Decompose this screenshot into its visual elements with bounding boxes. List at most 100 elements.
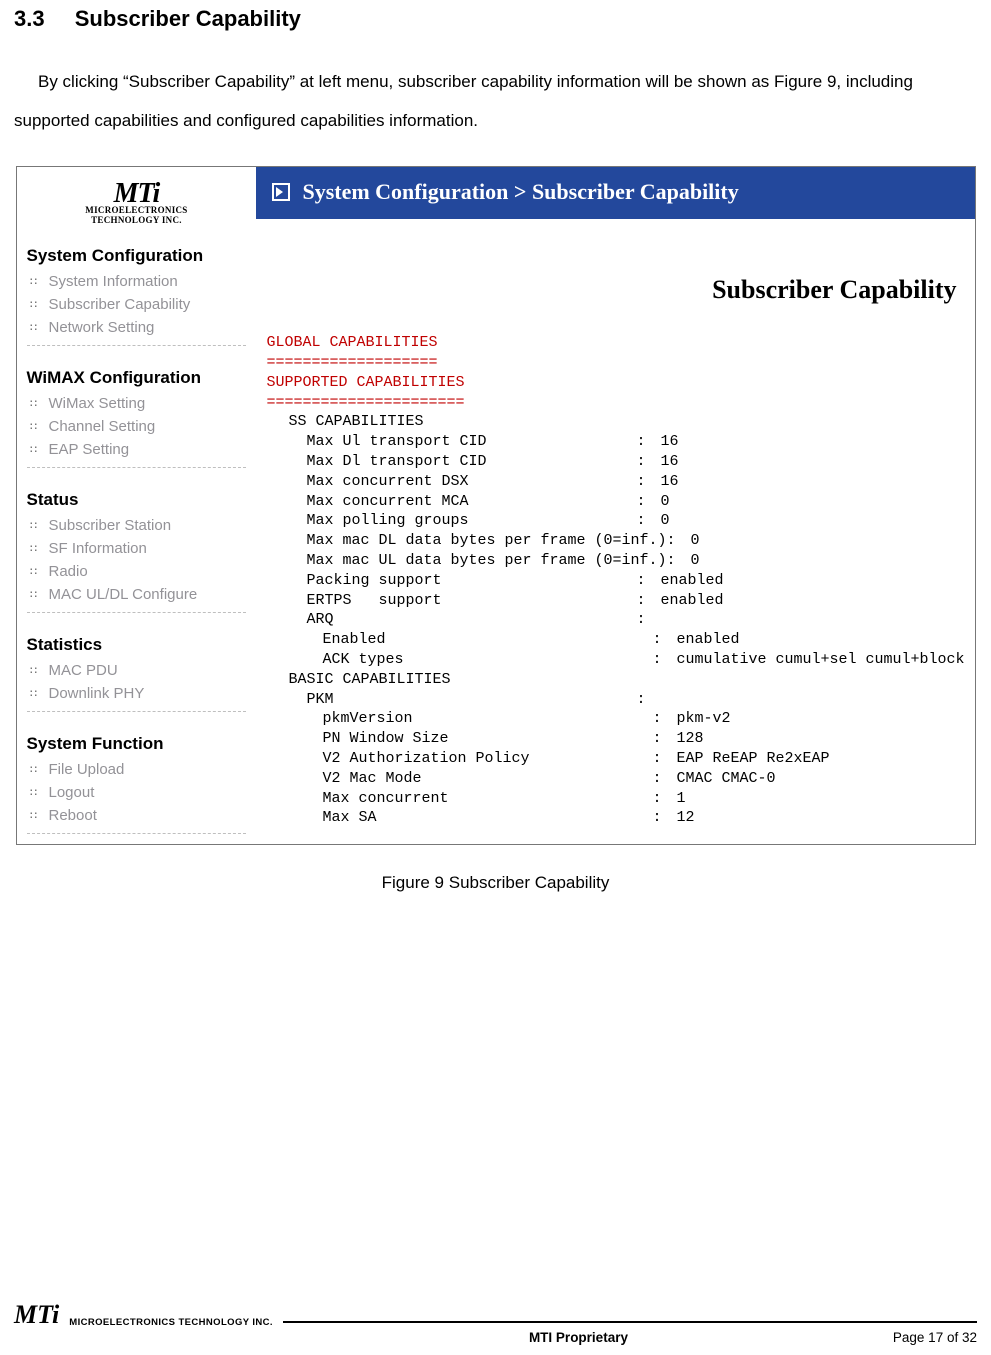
capability-row: Enabled: enabled [266,630,964,650]
bullet-icon: ∷ [29,543,39,553]
bullet-icon: ∷ [29,688,39,698]
nav-item[interactable]: ∷ File Upload [27,758,247,781]
nav-separator [27,467,247,468]
nav-group: WiMAX Configuration∷WiMax Setting∷Channe… [27,368,247,468]
nav-separator [27,711,247,712]
kv-separator: : [636,492,660,512]
capability-key: Max concurrent MCA [306,492,636,512]
kv-separator: : [636,591,660,611]
nav-item[interactable]: ∷Downlink PHY [27,682,247,705]
kv-separator: : [636,472,660,492]
section-title: Subscriber Capability [75,6,301,31]
kv-separator: : [636,690,660,710]
nav-group-title: System Function [27,734,247,754]
capability-key: PN Window Size [322,729,652,749]
capability-key: Max concurrent DSX [306,472,636,492]
capability-output: GLOBAL CAPABILITIES===================SU… [266,333,964,828]
nav-item[interactable]: ∷MAC PDU [27,659,247,682]
nav-group-title: System Configuration [27,246,247,266]
footer-rule [283,1321,977,1323]
nav-item-label: MAC PDU [49,662,118,679]
capability-row: Max polling groups: 0 [266,511,964,531]
capability-value: 128 [676,729,964,749]
nav-item-label: Subscriber Station [49,517,172,534]
kv-separator: : [667,531,691,551]
capability-subsection: SS CAPABILITIES [266,412,964,432]
nav-item-label: MAC UL/DL Configure [49,586,198,603]
nav-item[interactable]: ∷ MAC UL/DL Configure [27,583,247,606]
bullet-icon: ∷ [29,810,39,820]
app-sidebar: MTi MICROELECTRONICS TECHNOLOGY INC. Sys… [17,167,257,844]
capability-value: EAP ReEAP Re2xEAP [676,749,964,769]
kv-separator: : [652,789,676,809]
capability-key: Packing support [306,571,636,591]
nav-item-label: File Upload [49,761,125,778]
bullet-icon: ∷ [29,764,39,774]
capability-value: 0 [660,492,964,512]
nav-item[interactable]: ∷Subscriber Station [27,514,247,537]
nav-item-label: WiMax Setting [49,395,146,412]
capability-value: enabled [660,591,964,611]
kv-separator: : [636,432,660,452]
nav-item[interactable]: ∷Subscriber Capability [27,293,247,316]
capability-key: ERTPS support [306,591,636,611]
nav-separator [27,345,247,346]
capability-row: Max mac DL data bytes per frame (0=inf.)… [266,531,964,551]
nav-item-label: Network Setting [49,319,155,336]
screenshot-figure: MTi MICROELECTRONICS TECHNOLOGY INC. Sys… [16,166,976,845]
kv-separator: : [652,729,676,749]
bullet-icon: ∷ [29,421,39,431]
capability-key: Max mac UL data bytes per frame (0=inf.) [306,551,666,571]
capability-header: SUPPORTED CAPABILITIES [266,373,964,393]
nav-group-title: Status [27,490,247,510]
nav-item[interactable]: ∷Channel Setting [27,415,247,438]
nav-separator [27,833,247,834]
section-heading: 3.3 Subscriber Capability [14,6,977,32]
nav-item[interactable]: ∷SF Information [27,537,247,560]
capability-value: 16 [660,472,964,492]
capability-row: Max concurrent DSX: 16 [266,472,964,492]
capability-key: pkmVersion [322,709,652,729]
capability-key: Max Dl transport CID [306,452,636,472]
nav-item[interactable]: ∷Radio [27,560,247,583]
capability-key: ACK types [322,650,652,670]
nav-item-label: Logout [49,784,95,801]
breadcrumb-text: System Configuration > Subscriber Capabi… [302,179,738,205]
capability-value: 0 [691,551,965,571]
bullet-icon: ∷ [29,787,39,797]
nav-item-label: System Information [49,273,178,290]
bullet-icon: ∷ [29,589,39,599]
nav-item[interactable]: ∷WiMax Setting [27,392,247,415]
kv-separator: : [636,511,660,531]
nav-item[interactable]: ∷EAP Setting [27,438,247,461]
capability-row: V2 Authorization Policy: EAP ReEAP Re2xE… [266,749,964,769]
nav-group-title: Statistics [27,635,247,655]
logo-line2: TECHNOLOGY INC. [46,217,226,224]
capability-value: enabled [660,571,964,591]
capability-row: Max concurrent: 1 [266,789,964,809]
capability-header: GLOBAL CAPABILITIES [266,333,964,353]
footer-logo-sub: MICROELECTRONICS TECHNOLOGY INC. [69,1317,273,1328]
capability-value: 1 [676,789,964,809]
kv-separator: : [652,650,676,670]
nav-group: System Function ∷ File Upload ∷ Logout ∷Reboo… [27,734,247,834]
capability-header: ====================== [266,393,964,413]
section-paragraph: By clicking “Subscriber Capability” at l… [14,62,977,140]
breadcrumb-icon [272,183,290,201]
section-number: 3.3 [14,6,45,32]
capability-value: CMAC CMAC-0 [676,769,964,789]
nav-separator [27,612,247,613]
capability-value: 16 [660,452,964,472]
capability-value: enabled [676,630,964,650]
kv-separator: : [636,571,660,591]
nav-item[interactable]: ∷System Information [27,270,247,293]
nav-item[interactable]: ∷Network Setting [27,316,247,339]
page-footer: MTi MICROELECTRONICS TECHNOLOGY INC. MTI… [0,1302,991,1345]
nav-item[interactable]: ∷Reboot [27,804,247,827]
capability-header: =================== [266,353,964,373]
kv-separator: : [652,749,676,769]
capability-row: Max SA: 12 [266,808,964,828]
nav-item[interactable]: ∷ Logout [27,781,247,804]
panel-heading: Subscriber Capability [266,229,964,333]
capability-key: Max SA [322,808,652,828]
